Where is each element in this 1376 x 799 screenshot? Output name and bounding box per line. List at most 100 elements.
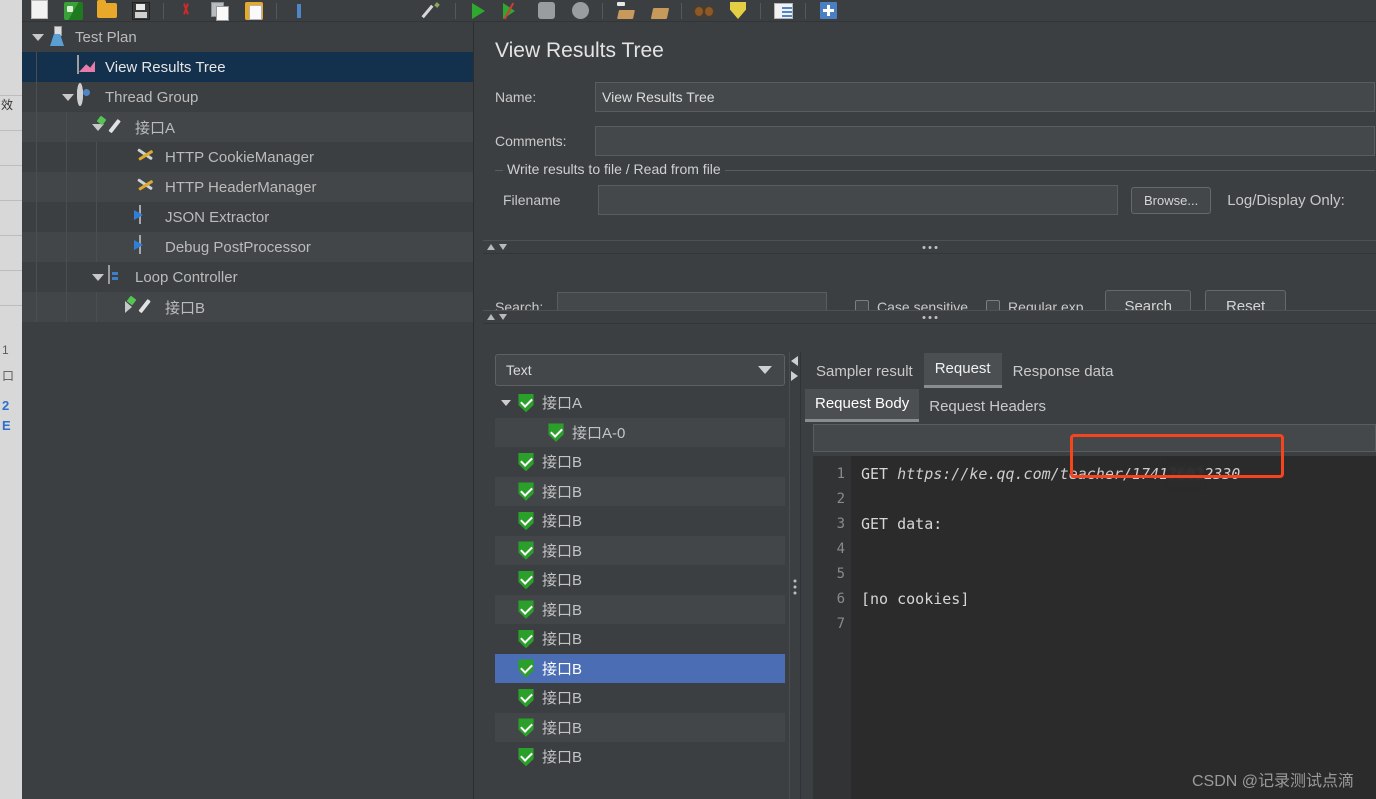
tab-request[interactable]: Request — [923, 353, 1002, 388]
tab-sampler-result[interactable]: Sampler result — [805, 356, 924, 388]
result-twisty-down[interactable] — [495, 399, 517, 406]
tree-item-2[interactable]: Thread Group — [22, 82, 473, 112]
request-body-code[interactable]: GET https://ke.qq.com/teacher/1741760223… — [851, 456, 1376, 799]
templates-button[interactable] — [56, 0, 90, 21]
paste-button[interactable] — [237, 0, 271, 21]
start-button[interactable] — [461, 0, 495, 21]
tab-scroll-left-icon[interactable] — [791, 356, 798, 366]
result-list-item[interactable]: 接口B — [495, 624, 785, 654]
divider-handle-2[interactable] — [922, 316, 937, 319]
toggle-button[interactable] — [416, 0, 450, 21]
result-list-item[interactable]: 接口B — [495, 653, 785, 683]
clear-all-button[interactable] — [642, 0, 676, 21]
tree-guide-line — [66, 142, 67, 172]
test-plan-icon — [46, 26, 68, 48]
save-button[interactable] — [124, 0, 158, 21]
result-list-item[interactable]: 接口A-0 — [495, 417, 785, 447]
request-body-editor[interactable]: 1 2 3 4 5 6 7 GET https://ke.qq.com/teacher/17… — [813, 456, 1376, 799]
result-list-item[interactable]: 接口B — [495, 594, 785, 624]
tree-twisty-down[interactable] — [90, 262, 106, 292]
stop-button[interactable] — [529, 0, 563, 21]
result-list-item[interactable]: 接口B — [495, 476, 785, 506]
tree-twisty-spacer — [60, 52, 76, 82]
splitter-handle[interactable] — [793, 576, 797, 597]
cut-button[interactable] — [169, 0, 203, 21]
tree-item-label: Thread Group — [105, 88, 199, 106]
tree-guide-line — [36, 112, 37, 142]
comments-input[interactable] — [595, 126, 1375, 156]
result-list-item[interactable]: 接口B — [495, 447, 785, 477]
tree-item-8[interactable]: Loop Controller — [22, 262, 473, 292]
tab-scroll-right-icon[interactable] — [791, 371, 798, 381]
tree-item-7[interactable]: Debug PostProcessor — [22, 232, 473, 262]
tree-item-1[interactable]: View Results Tree — [22, 52, 473, 82]
shutdown-button[interactable] — [563, 0, 597, 21]
tree-twisty-down[interactable] — [30, 22, 46, 52]
add-button[interactable] — [811, 0, 845, 21]
chevron-down-icon[interactable] — [501, 399, 511, 406]
divider-bar-bottom[interactable] — [483, 310, 1376, 324]
start-no-pauses-icon — [503, 2, 521, 20]
stop-icon — [537, 2, 555, 19]
open-button[interactable] — [90, 0, 124, 21]
chevron-up-icon[interactable] — [487, 314, 495, 320]
browse-button[interactable]: Browse... — [1131, 186, 1212, 214]
chevron-down-icon[interactable] — [499, 314, 507, 320]
results-splitter[interactable] — [789, 352, 801, 799]
comments-row: Comments: — [495, 126, 1375, 156]
divider-bar-top[interactable] — [483, 240, 1376, 254]
tree-item-3[interactable]: 接口A — [22, 112, 473, 142]
search-button[interactable] — [687, 0, 721, 21]
result-list-item[interactable]: 接口B — [495, 535, 785, 565]
tab-response-data[interactable]: Response data — [1001, 356, 1125, 388]
tab-request-headers[interactable]: Request Headers — [919, 392, 1056, 422]
function-helper-button[interactable] — [721, 0, 755, 21]
new-button[interactable] — [22, 0, 56, 21]
results-tree-list[interactable]: 接口A 接口A-0 接口B 接口B 接口B 接口B 接口B 接口B 接口B 接口B 接口B 接口B 接口… — [495, 388, 785, 799]
result-list-item[interactable]: 接口B — [495, 712, 785, 742]
chevron-down-icon[interactable] — [758, 366, 772, 374]
expand-button[interactable] — [282, 0, 316, 21]
result-list-item-label: 接口B — [542, 601, 583, 619]
copy-button[interactable] — [203, 0, 237, 21]
tree-guide-line — [66, 112, 67, 142]
tree-guide-line — [36, 82, 37, 112]
result-list-item-label: 接口B — [542, 542, 583, 560]
start-no-pauses-button[interactable] — [495, 0, 529, 21]
tree-item-9[interactable]: 接口B — [22, 292, 473, 322]
tree-item-0[interactable]: Test Plan — [22, 22, 473, 52]
chevron-down-icon[interactable] — [499, 244, 507, 250]
result-list-item[interactable]: 接口B — [495, 683, 785, 713]
element-config-panel: View Results Tree Name: Comments: Write … — [475, 22, 1376, 799]
chevron-down-icon[interactable] — [92, 273, 104, 281]
result-list-item[interactable]: 接口A — [495, 388, 785, 418]
tree-item-4[interactable]: HTTP CookieManager — [22, 142, 473, 172]
test-plan-tree[interactable]: Test Plan View Results Tree Thread Group 接口… — [22, 22, 474, 799]
clear-button[interactable] — [608, 0, 642, 21]
chevron-up-icon[interactable] — [487, 244, 495, 250]
bg-text-1: 1 — [2, 343, 9, 357]
tree-twisty-down[interactable] — [60, 82, 76, 112]
success-shield-icon — [518, 394, 534, 413]
result-list-item[interactable]: 接口B — [495, 565, 785, 595]
report-button[interactable] — [766, 0, 800, 21]
chevron-down-icon[interactable] — [62, 93, 74, 101]
tab-request-body[interactable]: Request Body — [805, 389, 920, 422]
render-combo[interactable]: Text — [495, 354, 785, 386]
result-list-item-label: 接口B — [542, 631, 583, 649]
divider-collapse-arrows-2[interactable] — [487, 314, 507, 320]
code-search-input[interactable] — [813, 424, 1376, 452]
result-list-item[interactable]: 接口B — [495, 742, 785, 772]
tree-item-5[interactable]: HTTP HeaderManager — [22, 172, 473, 202]
divider-collapse-arrows[interactable] — [487, 244, 507, 250]
tree-item-6[interactable]: JSON Extractor — [22, 202, 473, 232]
divider-handle[interactable] — [922, 246, 937, 249]
tree-twisty-right[interactable] — [120, 292, 136, 322]
result-list-item[interactable]: 接口B — [495, 506, 785, 536]
name-input[interactable] — [595, 82, 1375, 112]
tree-twisty-spacer — [120, 142, 136, 172]
chevron-down-icon[interactable] — [32, 33, 44, 41]
tree-twisty-down[interactable] — [90, 112, 106, 142]
filename-input[interactable] — [598, 185, 1118, 215]
success-shield-icon — [518, 600, 534, 619]
